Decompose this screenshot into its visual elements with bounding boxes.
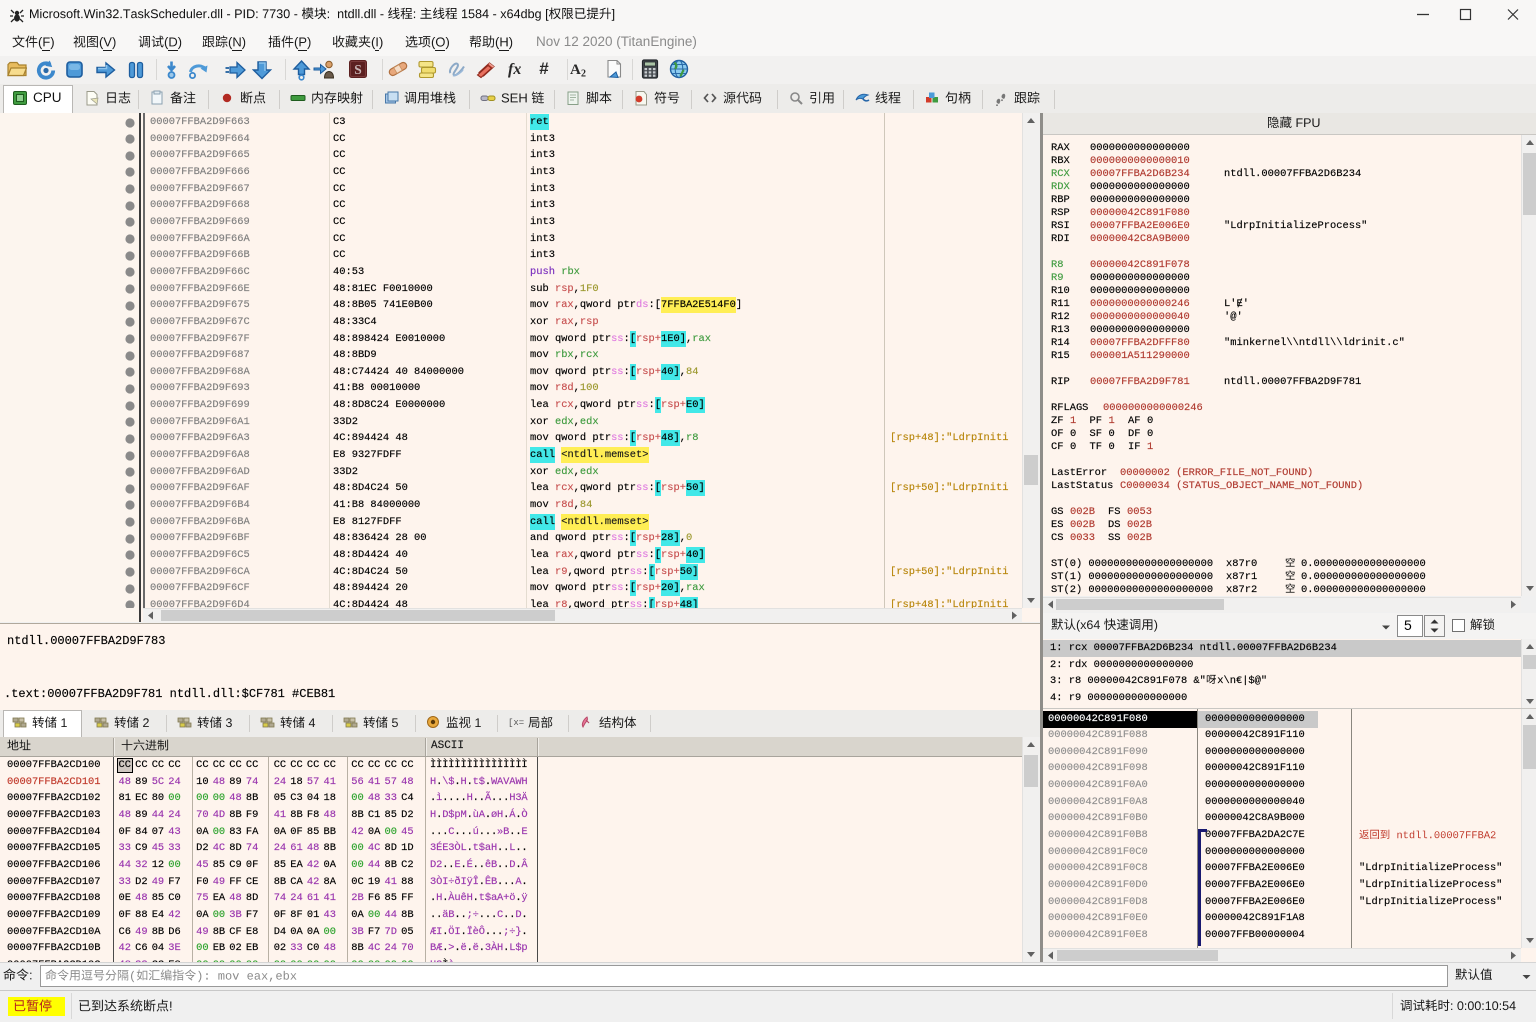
svg-text:2: 2 [581, 69, 586, 80]
svg-text:fx: fx [508, 61, 521, 78]
svg-text:[x=]: [x=] [508, 718, 524, 728]
svg-text:#: # [539, 59, 549, 78]
svg-text:A: A [570, 62, 581, 78]
svg-text:S: S [354, 62, 362, 77]
